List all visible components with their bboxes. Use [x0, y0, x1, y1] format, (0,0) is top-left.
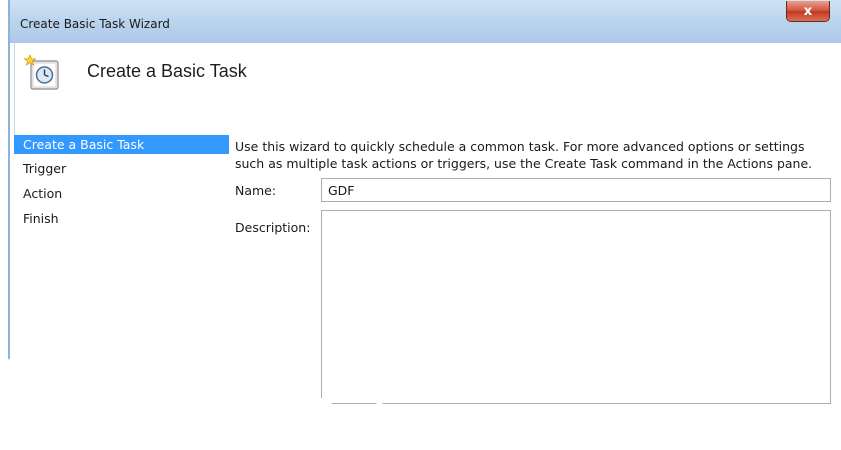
close-button[interactable]: x	[786, 1, 830, 22]
step-trigger[interactable]: Trigger	[14, 159, 229, 178]
task-scheduler-clock-icon	[23, 54, 59, 90]
intro-line-2: such as multiple task actions or trigger…	[235, 156, 813, 171]
name-input[interactable]	[321, 178, 831, 202]
title-bar[interactable]: Create Basic Task Wizard x	[10, 0, 841, 43]
step-action[interactable]: Action	[14, 184, 229, 203]
intro-text: Use this wizard to quickly schedule a co…	[235, 138, 833, 172]
step-create-basic-task[interactable]: Create a Basic Task	[14, 135, 229, 154]
step-finish[interactable]: Finish	[14, 209, 229, 228]
description-label: Description:	[235, 220, 311, 235]
wizard-steps-sidebar: Create a Basic Task Trigger Action Finis…	[14, 135, 229, 365]
wizard-header: Create a Basic Task	[14, 43, 841, 135]
page-title: Create a Basic Task	[87, 61, 247, 81]
intro-line-1: Use this wizard to quickly schedule a co…	[235, 139, 805, 154]
close-icon: x	[803, 3, 813, 19]
window-title: Create Basic Task Wizard	[20, 17, 170, 31]
name-label: Name:	[235, 183, 277, 198]
description-textarea[interactable]	[321, 210, 831, 404]
wizard-window: Create Basic Task Wizard x Create a Basi…	[8, 0, 841, 450]
